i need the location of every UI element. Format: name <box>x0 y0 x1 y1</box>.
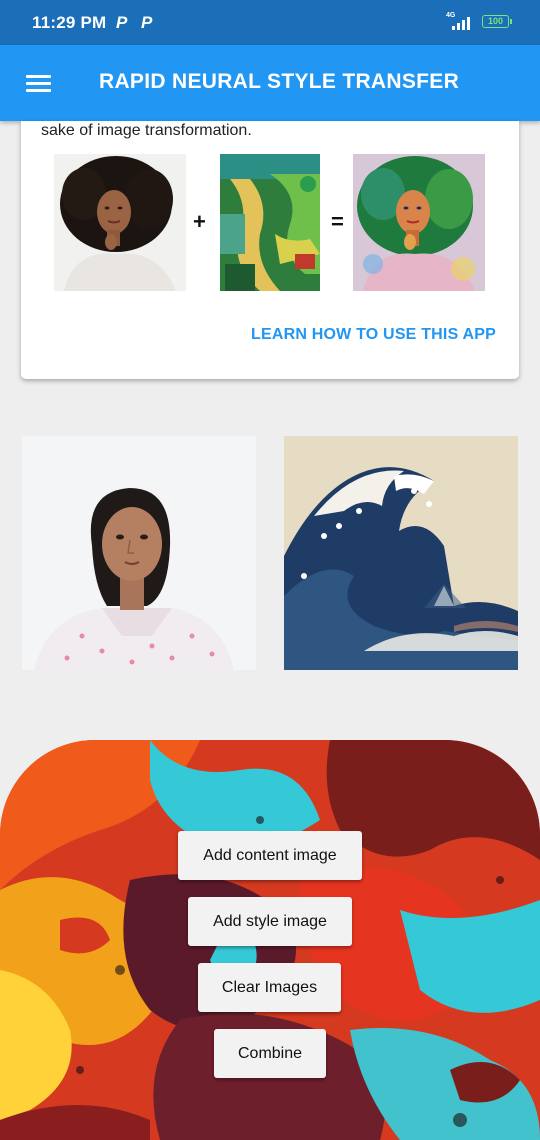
status-time: 11:29 PM <box>32 13 107 32</box>
app-bar: RAPID NEURAL STYLE TRANSFER <box>0 45 540 121</box>
hamburger-menu-icon[interactable] <box>26 75 51 93</box>
example-result-image <box>353 154 485 291</box>
battery-level: 100 <box>487 16 504 26</box>
notification-icon: P <box>116 13 128 32</box>
add-style-image-button[interactable]: Add style image <box>188 897 352 946</box>
style-image-preview[interactable] <box>284 436 518 670</box>
example-style-image <box>220 154 320 291</box>
clear-images-button[interactable]: Clear Images <box>198 963 341 1012</box>
plus-icon: + <box>193 209 206 234</box>
add-content-image-button[interactable]: Add content image <box>178 831 362 880</box>
info-text: sake of image transformation. <box>41 122 252 139</box>
status-bar: 11:29 PM P P 4G 100 <box>0 0 540 45</box>
info-card: sake of image transformation. + = LEARN … <box>21 121 519 379</box>
action-panel: Add content image Add style image Clear … <box>0 740 540 1140</box>
signal-icon <box>452 17 470 30</box>
learn-how-link[interactable]: LEARN HOW TO USE THIS APP <box>251 326 496 344</box>
content-image-preview[interactable] <box>22 436 256 670</box>
battery-icon: 100 <box>482 15 512 28</box>
combine-button[interactable]: Combine <box>214 1029 326 1078</box>
notification-icon: P <box>141 13 153 32</box>
example-content-image <box>54 154 186 291</box>
app-title: RAPID NEURAL STYLE TRANSFER <box>99 70 460 93</box>
equals-icon: = <box>331 209 344 234</box>
